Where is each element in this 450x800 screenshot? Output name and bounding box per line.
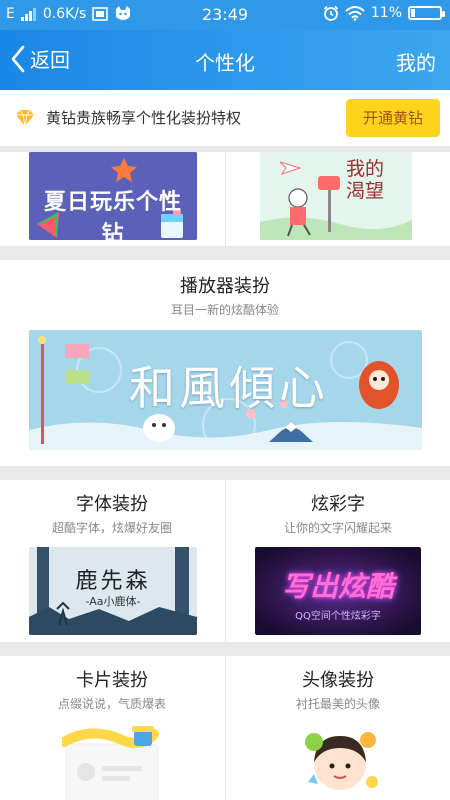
font-skin-title: 字体装扮	[76, 494, 148, 515]
back-label: 返回	[30, 48, 70, 72]
back-button[interactable]: 返回	[10, 44, 70, 73]
top-cards-row: 夏日玩乐个性钻 我的渴望	[0, 152, 450, 246]
battery-percent: 11%	[370, 5, 402, 21]
avatar-skin-thumbnail[interactable]	[300, 722, 380, 800]
card-thumb-art	[62, 726, 159, 800]
avatar-skin-card[interactable]: 头像装扮 衬托最美的头像	[226, 656, 450, 800]
summer-banner-text: 夏日玩乐个性钻	[43, 190, 182, 240]
desire-banner-text: 我的渴望	[346, 158, 385, 202]
player-skin-title: 播放器装扮	[180, 276, 270, 297]
color-text-subtitle: 让你的文字闪耀起来	[283, 521, 392, 535]
font-thumb-sub: -Aa小鹿体-	[85, 595, 141, 608]
color-text-card[interactable]: 炫彩字 让你的文字闪耀起来 写出炫酷 QQ空间个性炫彩字	[226, 480, 450, 642]
color-text-title: 炫彩字	[311, 494, 365, 515]
status-bar: E 0.6K/s 23:49 11%	[0, 0, 450, 30]
font-skin-subtitle: 超酷字体，炫爆好友圈	[51, 521, 172, 535]
card-skin-subtitle: 点缀说说，气质爆表	[57, 697, 166, 711]
open-yellow-diamond-button[interactable]: 开通黄钻	[346, 99, 440, 137]
card-skin-card[interactable]: 卡片装扮 点缀说说，气质爆表	[0, 656, 224, 800]
color-text-thumb-main: 写出炫酷	[281, 570, 394, 603]
avatar-skin-subtitle: 衬托最美的头像	[295, 697, 380, 711]
divider	[0, 642, 450, 656]
player-skin-banner[interactable]: 和風傾心	[29, 330, 422, 450]
diamond-icon	[16, 109, 34, 127]
divider	[0, 246, 450, 260]
card-skin-thumbnail[interactable]	[62, 722, 162, 800]
player-banner-text: 和風傾心	[129, 361, 329, 415]
color-text-thumbnail[interactable]: 写出炫酷 QQ空间个性炫彩字	[255, 547, 421, 635]
font-skin-card[interactable]: 字体装扮 超酷字体，炫爆好友圈 鹿先森 -Aa小鹿体-	[0, 480, 224, 642]
promo-text: 黄钻贵族畅享个性化装扮特权	[46, 109, 242, 127]
color-text-thumb-sub: QQ空间个性炫彩字	[295, 611, 381, 622]
avatar-skin-title: 头像装扮	[302, 670, 374, 691]
card-and-avatar-row: 卡片装扮 点缀说说，气质爆表 头像装扮 衬托最美的头像	[0, 656, 450, 800]
status-right: 11%	[323, 5, 445, 21]
card-skin-title: 卡片装扮	[76, 670, 148, 691]
column-divider	[225, 152, 226, 246]
summer-fun-banner[interactable]: 夏日玩乐个性钻	[29, 152, 197, 240]
my-desire-banner[interactable]: 我的渴望	[260, 152, 412, 240]
player-skin-subtitle: 耳目一新的炫酷体验	[170, 303, 279, 317]
nav-bar: 返回 个性化 我的	[0, 30, 450, 90]
yellow-diamond-promo: 黄钻贵族畅享个性化装扮特权 开通黄钻	[0, 90, 450, 146]
chevron-left-icon	[11, 45, 25, 72]
font-skin-thumbnail[interactable]: 鹿先森 -Aa小鹿体-	[29, 547, 197, 635]
font-thumb-main: 鹿先森	[75, 569, 151, 594]
font-and-color-text-row: 字体装扮 超酷字体，炫爆好友圈 鹿先森 -Aa小鹿体- 炫彩字 让你的文字闪耀起…	[0, 480, 450, 642]
wifi-icon	[345, 5, 365, 21]
avatar-thumb-art	[305, 732, 378, 790]
battery-icon	[408, 6, 445, 20]
player-skin-section[interactable]: 播放器装扮 耳目一新的炫酷体验 和風傾心	[0, 260, 450, 466]
divider	[0, 466, 450, 480]
mine-button[interactable]: 我的	[396, 47, 436, 76]
alarm-icon	[323, 5, 338, 21]
